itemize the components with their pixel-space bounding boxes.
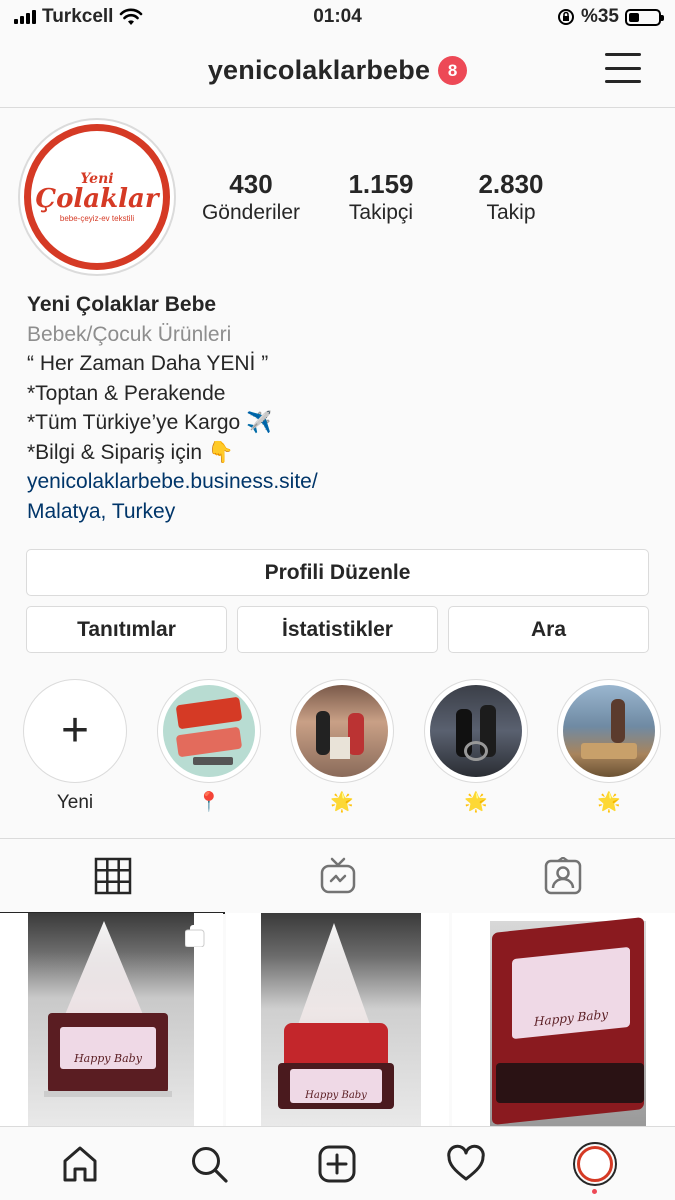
search-button[interactable]: Ara xyxy=(448,606,649,653)
highlight-label: 🌟 xyxy=(330,792,354,813)
notification-badge: 8 xyxy=(438,56,468,85)
stat-label: Gönderiler xyxy=(201,201,301,224)
promotions-button[interactable]: Tanıtımlar xyxy=(26,606,227,653)
tab-grid[interactable] xyxy=(0,839,225,914)
highlight-new[interactable]: + Yeni xyxy=(23,679,127,815)
grid-post[interactable]: Happy Baby xyxy=(452,913,675,1126)
status-bar: Turkcell 01:04 %35 xyxy=(0,0,675,34)
clock: 01:04 xyxy=(313,6,362,27)
highlight-cover-logo xyxy=(163,685,255,777)
profile-header: yenicolaklarbebe 8 xyxy=(0,34,675,108)
category-label: Bebek/Çocuk Ürünleri xyxy=(27,322,232,346)
profile-avatar xyxy=(572,1141,617,1186)
post-caption-art: Happy Baby xyxy=(290,1069,382,1103)
signal-icon xyxy=(14,10,36,24)
battery-icon xyxy=(625,8,664,26)
username-title[interactable]: yenicolaklarbebe xyxy=(208,55,430,86)
stat-value: 2.830 xyxy=(478,169,544,199)
home-icon xyxy=(63,1146,97,1181)
post-caption-art: Happy Baby xyxy=(512,946,630,1040)
status-left: Turkcell xyxy=(14,6,244,28)
avatar-brand-big: Çolaklar xyxy=(35,183,159,214)
bottom-navigation xyxy=(0,1126,675,1200)
stat-posts[interactable]: 430 Gönderiler xyxy=(186,168,316,226)
highlight-label: 🌟 xyxy=(464,792,488,813)
tab-tagged[interactable] xyxy=(450,839,675,913)
nav-activity[interactable] xyxy=(436,1134,496,1194)
add-post-icon xyxy=(318,1145,356,1182)
website-link[interactable]: yenicolaklarbebe.business.site/ xyxy=(27,467,647,497)
avatar[interactable]: Yeni Çolaklar bebe-çeyiz-ev tekstili xyxy=(18,118,176,276)
nav-profile[interactable] xyxy=(565,1134,625,1194)
battery-level xyxy=(629,12,639,22)
location-link[interactable]: Malatya, Turkey xyxy=(27,497,647,527)
avatar-tagline: bebe-çeyiz-ev tekstili xyxy=(59,213,135,223)
tagged-icon xyxy=(544,857,581,895)
multiple-photos-icon xyxy=(185,925,209,947)
wifi-icon xyxy=(120,8,143,25)
story-highlights: + Yeni 📍 🌟 🌟 🌟 xyxy=(0,679,675,819)
highlight-label: 🌟 xyxy=(597,792,621,813)
nav-add-post[interactable] xyxy=(307,1134,367,1194)
highlight-item[interactable]: 🌟 xyxy=(557,679,661,815)
grid-post[interactable]: Happy Baby xyxy=(0,913,223,1126)
highlight-circle: + xyxy=(23,679,127,783)
plus-icon: + xyxy=(60,704,90,757)
grid-icon xyxy=(94,857,131,895)
highlight-cover-photo xyxy=(296,685,388,777)
post-grid: Happy Baby Happy Baby Happy Baby xyxy=(0,913,675,1126)
insights-button[interactable]: İstatistikler xyxy=(237,606,438,653)
menu-icon[interactable] xyxy=(605,53,641,83)
stat-value: 430 xyxy=(229,169,273,199)
highlight-circle xyxy=(557,679,661,783)
stat-following[interactable]: 2.830 Takip xyxy=(446,168,576,226)
nav-home[interactable] xyxy=(50,1134,110,1194)
highlight-label: 📍 xyxy=(197,792,221,813)
igtv-icon xyxy=(320,857,355,894)
stats-row: 430 Gönderiler 1.159 Takipçi 2.830 Takip xyxy=(186,168,576,226)
bio-line: “ Her Zaman Daha YENİ ” xyxy=(27,352,269,375)
bio: Yeni Çolaklar Bebe Bebek/Çocuk Ürünleri … xyxy=(27,290,647,526)
carrier-label: Turkcell xyxy=(42,6,114,27)
profile-summary: Yeni Çolaklar bebe-çeyiz-ev tekstili 430… xyxy=(18,117,658,277)
edit-profile-button[interactable]: Profili Düzenle xyxy=(26,549,649,596)
avatar-logo: Yeni Çolaklar bebe-çeyiz-ev tekstili xyxy=(24,124,170,270)
battery-percent: %35 xyxy=(580,6,619,27)
stat-label: Takipçi xyxy=(348,201,414,224)
content-tabs xyxy=(0,838,675,914)
highlight-item[interactable]: 🌟 xyxy=(290,679,394,815)
highlight-label: Yeni xyxy=(56,792,94,813)
bio-line: *Tüm Türkiye’ye Kargo ✈️ xyxy=(27,411,273,434)
rotation-lock-icon xyxy=(557,9,574,25)
search-icon xyxy=(191,1146,228,1183)
bio-line: *Toptan & Perakende xyxy=(27,381,226,405)
stat-value: 1.159 xyxy=(348,169,414,199)
display-name: Yeni Çolaklar Bebe xyxy=(27,293,217,316)
activity-icon xyxy=(447,1144,485,1180)
profile-notification-dot xyxy=(591,1188,597,1194)
highlight-cover-photo xyxy=(563,685,655,777)
stat-label: Takip xyxy=(486,201,536,224)
grid-post[interactable]: Happy Baby xyxy=(226,913,449,1126)
highlight-circle xyxy=(157,679,261,783)
highlight-cover-photo xyxy=(430,685,522,777)
highlight-circle xyxy=(290,679,394,783)
highlight-item[interactable]: 🌟 xyxy=(424,679,528,815)
highlight-item[interactable]: 📍 xyxy=(157,679,261,815)
stat-followers[interactable]: 1.159 Takipçi xyxy=(316,168,446,226)
nav-search[interactable] xyxy=(179,1134,239,1194)
status-right: %35 xyxy=(431,6,664,28)
bio-line: *Bilgi & Sipariş için 👇 xyxy=(27,440,235,464)
highlight-circle xyxy=(424,679,528,783)
tab-igtv[interactable] xyxy=(225,839,450,913)
post-caption-art: Happy Baby xyxy=(60,1027,156,1069)
